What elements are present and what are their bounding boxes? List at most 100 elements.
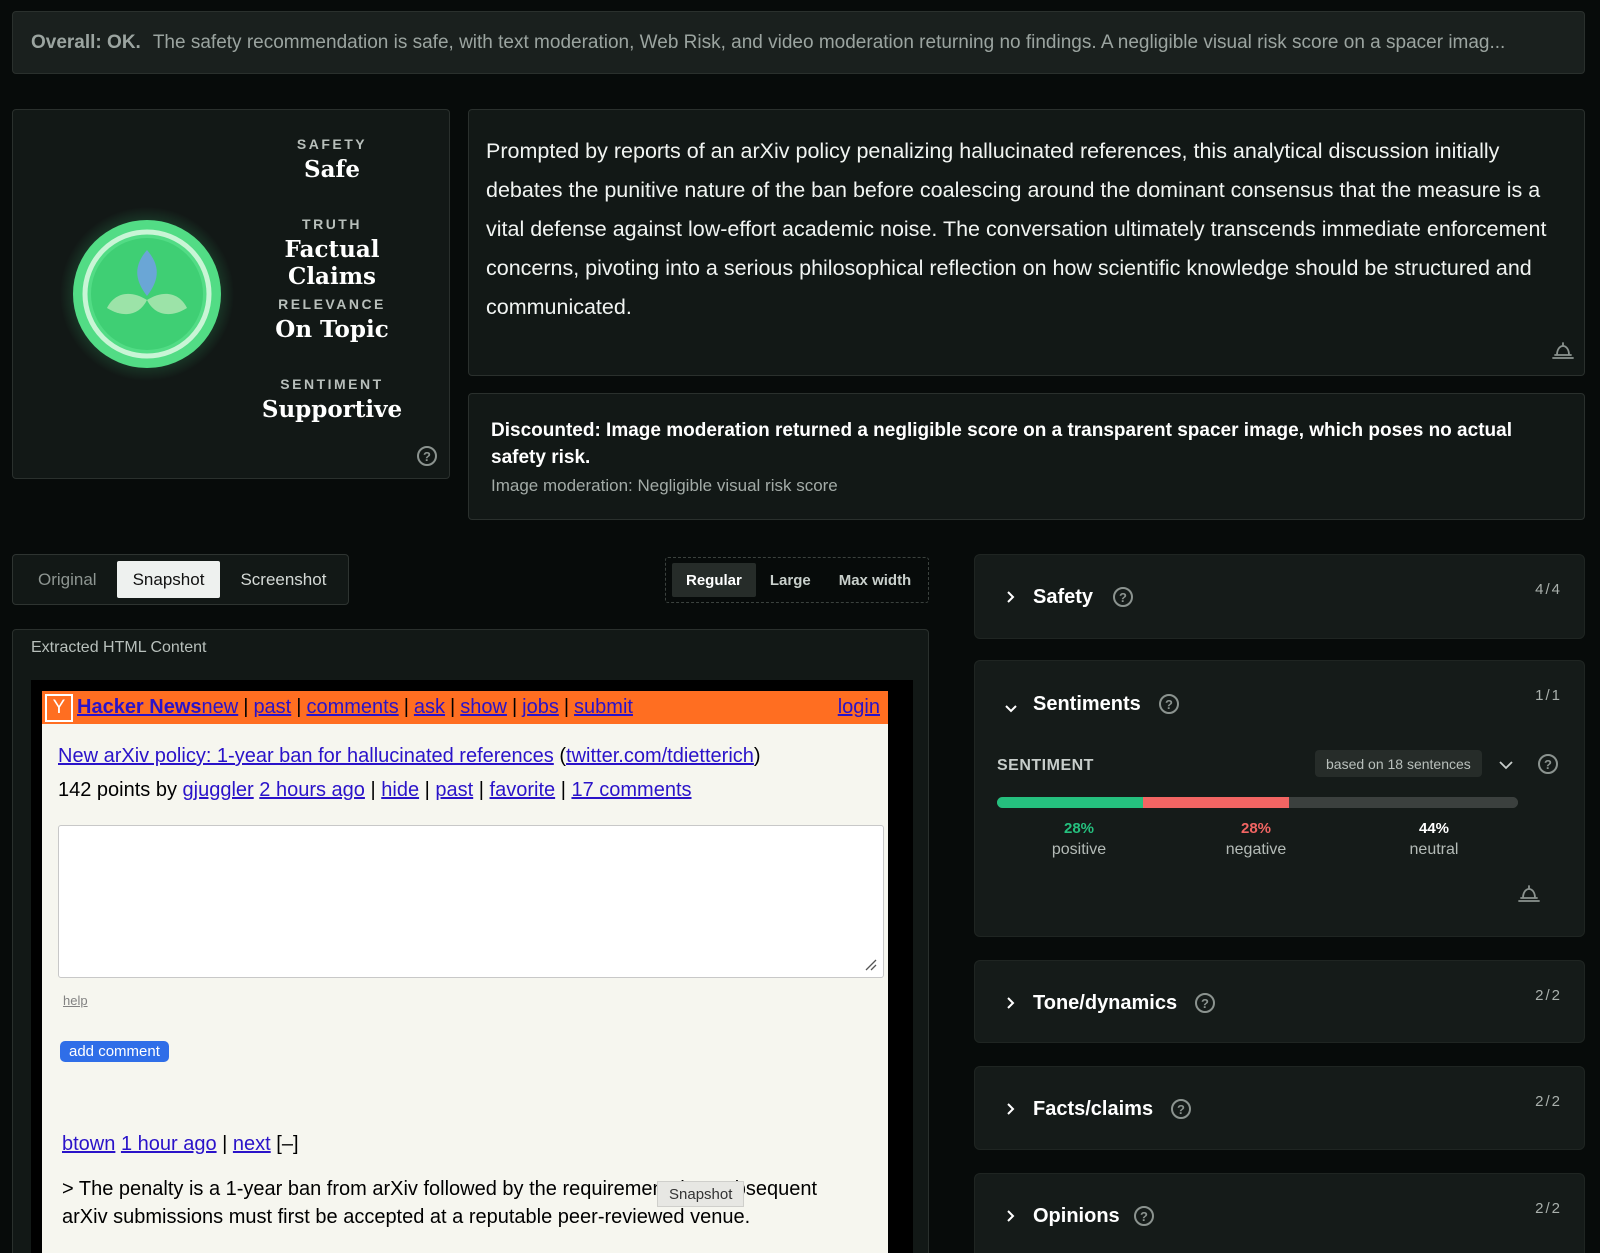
tab-screenshot[interactable]: Screenshot xyxy=(220,561,346,598)
metric-label: RELEVANCE xyxy=(278,296,386,312)
hn-nav-show[interactable]: show xyxy=(460,696,507,719)
trefoil-logo-icon xyxy=(73,220,221,368)
extracted-content-panel: Extracted HTML Content Y Hacker News new… xyxy=(12,629,929,1253)
panel-facts-claims[interactable]: Facts/claims ? 2/2 xyxy=(974,1066,1585,1150)
hn-comments-link[interactable]: 17 comments xyxy=(571,779,691,801)
neutral-word: neutral xyxy=(1409,841,1459,858)
hn-comment-age[interactable]: 1 hour ago xyxy=(121,1133,217,1155)
width-max[interactable]: Max width xyxy=(825,563,926,597)
panel-opinions[interactable]: Opinions ? 2/2 xyxy=(974,1173,1585,1253)
panel-title: Facts/claims xyxy=(1033,1098,1154,1120)
hn-favorite-link[interactable]: favorite xyxy=(490,779,556,801)
help-icon[interactable]: ? xyxy=(1113,587,1133,607)
help-icon[interactable]: ? xyxy=(1134,1206,1154,1226)
summary-card: Prompted by reports of an arXiv policy p… xyxy=(468,109,1585,376)
snapshot-tooltip: Snapshot xyxy=(657,1181,745,1207)
hn-past-link[interactable]: past xyxy=(435,779,473,801)
panel-count: 2/2 xyxy=(1535,1200,1562,1217)
separator: | xyxy=(424,779,430,801)
view-tabs: Original Snapshot Screenshot xyxy=(12,554,349,605)
hn-subtext: 142 points by gjuggler 2 hours ago | hid… xyxy=(58,779,692,802)
metric-truth: TRUTH Factual Claims xyxy=(237,216,427,290)
hn-nav-ask[interactable]: ask xyxy=(414,696,445,719)
help-icon[interactable]: ? xyxy=(417,446,437,466)
discounted-subtext: Image moderation: Negligible visual risk… xyxy=(491,476,838,495)
resize-grip-icon[interactable] xyxy=(865,959,877,971)
hn-nav-new[interactable]: new xyxy=(202,696,239,719)
hn-comment-toggle[interactable]: [–] xyxy=(276,1133,298,1155)
chevron-right-icon[interactable] xyxy=(1005,997,1017,1009)
panel-count: 1/1 xyxy=(1535,687,1562,704)
hn-points: 142 points by xyxy=(58,779,177,801)
metric-label: SENTIMENT xyxy=(280,376,384,392)
panel-title[interactable]: Sentiments xyxy=(1033,693,1141,716)
overall-banner: Overall: OK. The safety recommendation i… xyxy=(12,11,1585,74)
positive-stat: 28% positive xyxy=(1019,820,1139,859)
chevron-right-icon[interactable] xyxy=(1005,591,1017,603)
hn-story-title-row: New arXiv policy: 1-year ban for halluci… xyxy=(58,745,761,768)
hn-site-link[interactable]: twitter.com/tdietterich xyxy=(566,745,754,767)
help-icon[interactable]: ? xyxy=(1171,1099,1191,1119)
chevron-down-icon[interactable] xyxy=(1499,760,1513,770)
help-icon[interactable]: ? xyxy=(1195,993,1215,1013)
separator: | xyxy=(560,779,566,801)
sentence-basis-badge: based on 18 sentences xyxy=(1315,750,1482,777)
separator: | xyxy=(511,696,518,718)
metric-safety: SAFETY Safe xyxy=(237,136,427,183)
chevron-down-icon[interactable] xyxy=(1005,703,1017,715)
hn-help-link[interactable]: help xyxy=(63,993,88,1008)
separator: | xyxy=(563,696,570,718)
metric-value: Safe xyxy=(303,156,361,183)
width-large[interactable]: Large xyxy=(756,563,825,597)
bell-icon[interactable] xyxy=(1552,341,1574,359)
panel-title: Opinions xyxy=(1033,1205,1120,1227)
overall-text: The safety recommendation is safe, with … xyxy=(152,31,1506,53)
overall-label: Overall: OK. xyxy=(31,31,141,53)
hn-comment-next[interactable]: next xyxy=(233,1133,271,1155)
positive-word: positive xyxy=(1051,841,1107,858)
help-icon[interactable]: ? xyxy=(1538,754,1558,774)
panel-count: 2/2 xyxy=(1535,987,1562,1004)
hn-nav-submit[interactable]: submit xyxy=(574,696,633,719)
panel-tone-dynamics[interactable]: Tone/dynamics ? 2/2 xyxy=(974,960,1585,1043)
hn-nav-jobs[interactable]: jobs xyxy=(522,696,559,719)
bell-icon[interactable] xyxy=(1518,884,1540,902)
width-tabs: Regular Large Max width xyxy=(665,557,929,603)
sentiment-label: SENTIMENT xyxy=(997,757,1094,774)
separator: | xyxy=(222,1133,228,1155)
hn-header: Y Hacker News new | past | comments | as… xyxy=(42,691,888,724)
hn-login-link[interactable]: login xyxy=(838,696,880,719)
hn-age-link[interactable]: 2 hours ago xyxy=(259,779,365,801)
comment-textarea[interactable] xyxy=(58,825,884,978)
hn-user-link[interactable]: gjuggler xyxy=(183,779,254,801)
hn-hide-link[interactable]: hide xyxy=(381,779,419,801)
add-comment-button[interactable]: add comment xyxy=(60,1041,169,1062)
chevron-right-icon[interactable] xyxy=(1005,1103,1017,1115)
tab-snapshot[interactable]: Snapshot xyxy=(116,561,221,598)
separator: | xyxy=(243,696,249,718)
neutral-pct: 44% xyxy=(1418,820,1450,837)
width-regular[interactable]: Regular xyxy=(672,563,756,597)
paren: ) xyxy=(753,745,761,767)
panel-count: 4/4 xyxy=(1535,581,1562,598)
snapshot-frame: Y Hacker News new | past | comments | as… xyxy=(31,680,913,1253)
metric-value: Supportive xyxy=(261,396,403,423)
negative-segment xyxy=(1142,797,1289,808)
hn-logo[interactable]: Y xyxy=(45,693,73,722)
hn-comment-user[interactable]: btown xyxy=(62,1133,115,1155)
scorecard: SAFETY Safe TRUTH Factual Claims RELEVAN… xyxy=(12,109,450,479)
hn-story-link[interactable]: New arXiv policy: 1-year ban for halluci… xyxy=(58,745,554,767)
hn-brand-link[interactable]: Hacker News xyxy=(77,696,202,719)
hn-nav-past[interactable]: past xyxy=(253,696,291,719)
negative-stat: 28% negative xyxy=(1196,820,1316,859)
hn-nav-comments[interactable]: comments xyxy=(306,696,398,719)
negative-word: negative xyxy=(1225,841,1287,858)
metric-sentiment: SENTIMENT Supportive xyxy=(237,376,427,423)
summary-text: Prompted by reports of an arXiv policy p… xyxy=(486,139,1547,319)
extracted-title: Extracted HTML Content xyxy=(31,639,207,656)
help-icon[interactable]: ? xyxy=(1159,694,1179,714)
chevron-right-icon[interactable] xyxy=(1005,1210,1017,1222)
tab-original[interactable]: Original xyxy=(18,561,117,598)
panel-safety[interactable]: Safety ? 4/4 xyxy=(974,554,1585,639)
separator: | xyxy=(296,696,302,718)
